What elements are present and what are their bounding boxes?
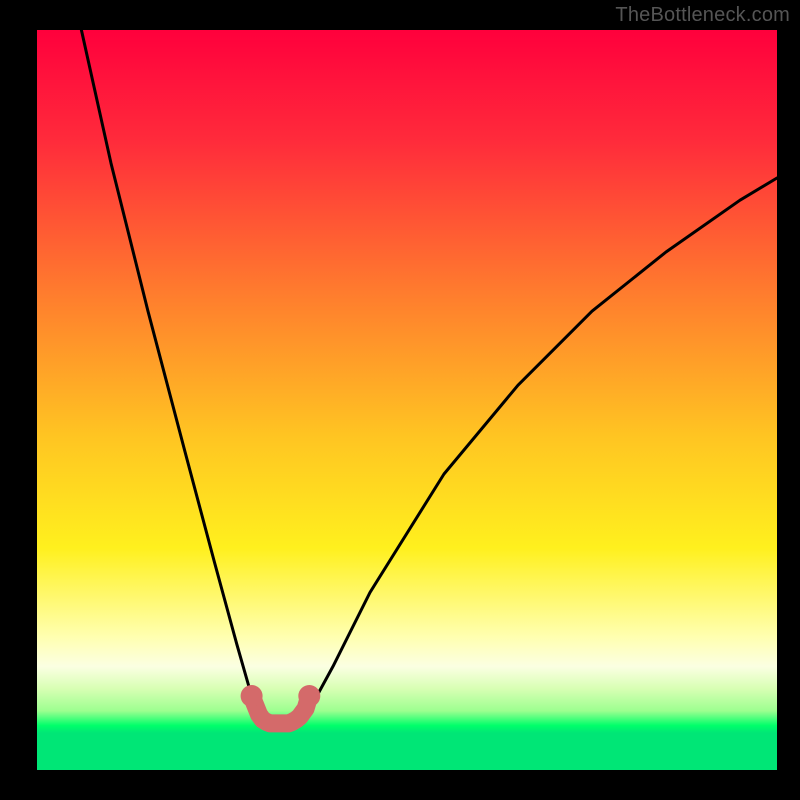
watermark-text: TheBottleneck.com <box>615 4 790 27</box>
highlight-dot-0 <box>241 685 263 707</box>
highlight-dot-1 <box>298 685 320 707</box>
plot-background <box>37 30 777 770</box>
chart-root: TheBottleneck.com <box>0 0 800 800</box>
chart-svg <box>0 0 800 800</box>
